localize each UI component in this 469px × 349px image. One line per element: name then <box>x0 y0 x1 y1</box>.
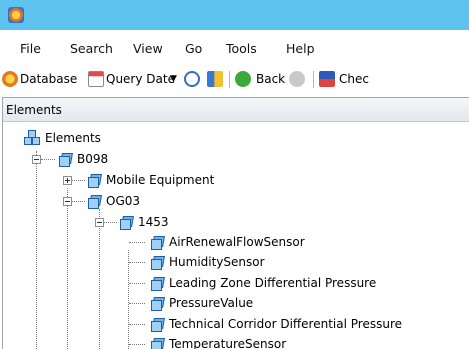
check-in-icon <box>319 71 335 87</box>
menu-view[interactable]: View <box>133 41 163 56</box>
menu-go[interactable]: Go <box>185 41 202 56</box>
tree-connector <box>129 242 145 243</box>
tree-connector <box>72 180 85 181</box>
elements-root-icon <box>24 130 40 146</box>
collapse-b098-button[interactable] <box>32 155 41 164</box>
back-button[interactable]: Back <box>235 69 285 89</box>
dropdown-arrow-icon: ▼ <box>170 74 177 84</box>
toolbar-separator <box>229 71 230 88</box>
tree-item-sensor[interactable]: Technical Corridor Differential Pressure <box>151 314 402 334</box>
tree-item-label: 1453 <box>138 215 169 229</box>
tree-item-b098[interactable]: B098 <box>59 149 108 169</box>
tree-item-mobile-equipment[interactable]: Mobile Equipment <box>88 170 214 190</box>
tree-item-label: HumiditySensor <box>169 255 265 269</box>
element-icon <box>88 174 100 188</box>
tree-item-sensor[interactable]: HumiditySensor <box>151 252 265 272</box>
back-label: Back <box>256 72 286 86</box>
tree-item-label: Technical Corridor Differential Pressure <box>169 317 402 331</box>
app-icon[interactable] <box>8 7 24 23</box>
clock-icon <box>184 71 200 87</box>
bookmark-button[interactable] <box>207 69 225 89</box>
panel-header: Elements <box>3 98 469 122</box>
query-date-label: Query Date <box>106 72 175 86</box>
menu-help[interactable]: Help <box>286 41 315 56</box>
tree-item-label: B098 <box>77 152 109 166</box>
tree-item-sensor[interactable]: TemperatureSensor <box>151 334 286 349</box>
tree-item-sensor[interactable]: AirRenewalFlowSensor <box>151 232 305 252</box>
history-button[interactable] <box>184 69 202 89</box>
tree-item-label: OG03 <box>106 194 141 208</box>
tree-connector <box>129 262 145 263</box>
tree-connector <box>129 344 145 345</box>
element-icon <box>88 195 100 209</box>
collapse-og03-button[interactable] <box>63 197 72 206</box>
tree-item-1453[interactable]: 1453 <box>120 212 169 232</box>
tree-item-label: TemperatureSensor <box>169 337 287 349</box>
tree-item-og03[interactable]: OG03 <box>88 191 140 211</box>
menu-search[interactable]: Search <box>70 41 113 56</box>
database-icon <box>2 71 18 87</box>
check-in-button[interactable]: Chec <box>319 69 369 89</box>
tree-item-sensor[interactable]: PressureValue <box>151 293 253 313</box>
calendar-icon <box>88 71 104 87</box>
query-date-dropdown[interactable]: ▼ <box>170 69 177 89</box>
forward-button[interactable] <box>289 69 307 89</box>
query-date-button[interactable]: Query Date <box>88 69 175 89</box>
database-label: Database <box>20 72 78 86</box>
tree-item-label: PressureValue <box>169 296 254 310</box>
element-icon <box>151 297 163 311</box>
tree-connector <box>129 324 145 325</box>
tree-connector <box>36 151 37 349</box>
tree-connector <box>129 283 145 284</box>
tree-item-label: Leading Zone Differential Pressure <box>169 276 377 290</box>
tree-item-label: AirRenewalFlowSensor <box>169 235 305 249</box>
tree-connector <box>41 159 55 160</box>
element-icon <box>151 256 163 270</box>
back-arrow-icon <box>235 71 251 87</box>
tree-connector <box>129 303 145 304</box>
element-icon <box>151 338 163 349</box>
toolbar-separator <box>313 71 314 88</box>
tree-connector <box>72 201 85 202</box>
tree-connector <box>99 209 100 349</box>
menu-bar: File Search View Go Tools Help <box>0 30 469 66</box>
tree-item-sensor[interactable]: Leading Zone Differential Pressure <box>151 273 376 293</box>
tree-connector <box>104 222 117 223</box>
element-icon <box>59 153 71 167</box>
forward-arrow-icon <box>289 71 305 87</box>
menu-tools[interactable]: Tools <box>226 41 257 56</box>
check-in-label: Chec <box>339 72 369 86</box>
menu-file[interactable]: File <box>20 41 41 56</box>
tree-connector <box>128 250 129 349</box>
element-icon <box>151 236 163 250</box>
tree-item-elements-root[interactable]: Elements <box>24 128 101 148</box>
tree-connector <box>67 188 68 349</box>
expand-mobile-equipment-button[interactable] <box>63 176 72 185</box>
database-button[interactable]: Database <box>2 69 77 89</box>
collapse-1453-button[interactable] <box>95 218 104 227</box>
element-icon <box>151 277 163 291</box>
toolbar: Database Query Date ▼ Back Chec <box>0 66 469 92</box>
panel-title: Elements <box>6 103 62 117</box>
notebook-icon <box>207 71 223 87</box>
element-icon <box>151 318 163 332</box>
tree-item-label: Mobile Equipment <box>106 173 215 187</box>
element-icon <box>120 216 132 230</box>
title-bar <box>0 0 469 30</box>
tree-item-label: Elements <box>45 131 101 145</box>
